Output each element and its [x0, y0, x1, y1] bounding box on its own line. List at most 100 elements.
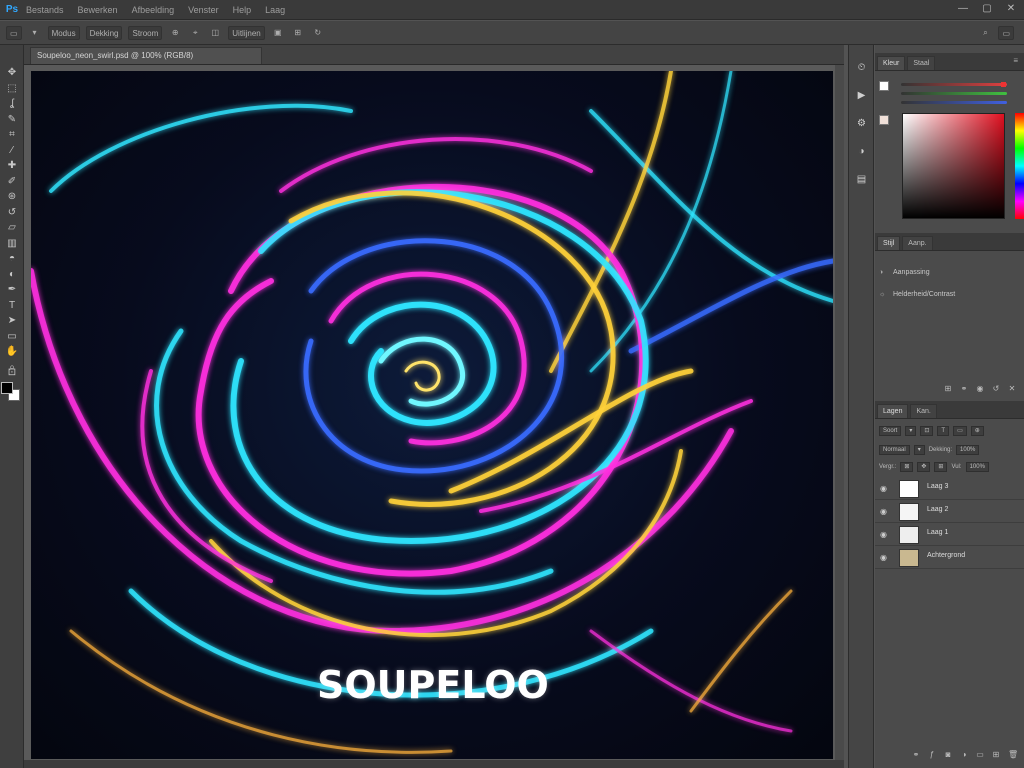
link-icon[interactable]: ⚭: [912, 751, 920, 759]
eye-icon[interactable]: ◉: [880, 530, 890, 540]
adjust-list-item[interactable]: ◑ Aanpassing: [879, 267, 930, 279]
blend-mode-dropdown[interactable]: Normaal: [879, 445, 910, 455]
tab-channels[interactable]: Kan.: [910, 404, 937, 418]
dodge-icon[interactable]: ◐: [5, 269, 19, 281]
tool-preset-picker[interactable]: ▭: [6, 25, 22, 40]
delete-adjustment-icon[interactable]: ✕: [1008, 385, 1016, 393]
trash-icon[interactable]: 🗑: [1008, 751, 1018, 759]
opacity-field[interactable]: Dekking: [85, 25, 123, 40]
panel-menu-icon[interactable]: ≡: [1013, 56, 1018, 65]
actions-icon[interactable]: ▶: [853, 87, 870, 104]
filter-shape-icon[interactable]: ▭: [953, 426, 967, 436]
menu-help[interactable]: Help: [233, 5, 252, 15]
color-panel-background-swatch[interactable]: [879, 115, 889, 125]
green-slider[interactable]: [901, 92, 1007, 95]
search-icon[interactable]: ⌕: [978, 26, 992, 40]
fx-icon[interactable]: ƒ: [928, 751, 936, 759]
layer-opacity-field[interactable]: 100%: [956, 445, 980, 455]
foreground-color-swatch[interactable]: [1, 382, 13, 394]
properties-icon[interactable]: ⚙: [853, 115, 870, 132]
menu-edit[interactable]: Bewerken: [78, 5, 118, 15]
adjust-list-item[interactable]: ☼ Helderheid/Contrast: [879, 289, 955, 301]
minimize-icon[interactable]: —: [956, 3, 970, 15]
flow-field[interactable]: Stroom: [128, 25, 163, 40]
lock-position-icon[interactable]: ✥: [917, 462, 931, 472]
layer-row[interactable]: ◉ Laag 1: [875, 524, 1024, 546]
filter-type-icon[interactable]: T: [937, 426, 950, 436]
menu-layer[interactable]: Laag: [265, 5, 285, 15]
hand-icon[interactable]: ✋: [5, 346, 19, 358]
layer-kind-dropdown[interactable]: Soort: [879, 426, 902, 436]
pressure-icon[interactable]: ▣: [271, 26, 285, 40]
menu-file[interactable]: Bestands: [26, 5, 64, 15]
canvas-area[interactable]: SOUPELOO: [24, 65, 844, 760]
visibility-icon[interactable]: ◉: [976, 385, 984, 393]
color-picker-field[interactable]: [902, 113, 1005, 219]
menu-window[interactable]: Venster: [188, 5, 219, 15]
zoom-icon[interactable]: ⌕: [5, 362, 19, 374]
canvas-scrollbar[interactable]: [835, 65, 844, 760]
healing-icon[interactable]: ✚: [5, 160, 19, 172]
artwork-image[interactable]: SOUPELOO: [31, 71, 833, 759]
tool-preset-dropdown-icon[interactable]: ▾: [28, 26, 42, 40]
new-adjustment-icon[interactable]: ⊞: [944, 385, 952, 393]
blue-slider[interactable]: [901, 101, 1007, 104]
adjustment-layer-icon[interactable]: ◑: [960, 751, 968, 759]
clone-icon[interactable]: ⊛: [5, 191, 19, 203]
group-icon[interactable]: ▭: [976, 751, 984, 759]
quick-select-icon[interactable]: ✎: [5, 114, 19, 126]
path-select-icon[interactable]: ➤: [5, 315, 19, 327]
menu-image[interactable]: Afbeelding: [132, 5, 175, 15]
lock-pixels-icon[interactable]: ⊠: [900, 462, 914, 472]
type-icon[interactable]: T: [5, 300, 19, 312]
sample-icon[interactable]: ◫: [208, 26, 222, 40]
history-icon[interactable]: ⏲: [853, 59, 870, 76]
shape-icon[interactable]: ▭: [5, 331, 19, 343]
blend-mode-chevron-icon[interactable]: ▾: [913, 445, 925, 455]
tab-swatches[interactable]: Staal: [907, 56, 936, 70]
filter-smart-icon[interactable]: ⊕: [970, 426, 984, 436]
gradient-icon[interactable]: ▥: [5, 238, 19, 250]
marquee-icon[interactable]: ⬚: [5, 83, 19, 95]
lasso-icon[interactable]: ʆ: [5, 98, 19, 110]
reset-icon[interactable]: ↺: [992, 385, 1000, 393]
blur-icon[interactable]: ◓: [5, 253, 19, 265]
eye-icon[interactable]: ◉: [880, 484, 890, 494]
history-brush-icon[interactable]: ↺: [5, 207, 19, 219]
target-icon[interactable]: ⌖: [188, 26, 202, 40]
crop-icon[interactable]: ⌗: [5, 129, 19, 141]
move-icon[interactable]: ✥: [5, 67, 19, 79]
tab-adjustments[interactable]: Aanp.: [902, 236, 933, 250]
eraser-icon[interactable]: ▱: [5, 222, 19, 234]
eyedropper-icon[interactable]: ⁄: [5, 145, 19, 157]
align-dropdown[interactable]: Uitlijnen: [228, 25, 265, 40]
airbrush-icon[interactable]: ⊕: [168, 26, 182, 40]
color-panel-foreground-swatch[interactable]: [879, 81, 889, 91]
maximize-icon[interactable]: ▢: [980, 3, 994, 15]
lock-all-icon[interactable]: ⊞: [934, 462, 948, 472]
pen-icon[interactable]: ✒: [5, 284, 19, 296]
libraries-icon[interactable]: ▤: [853, 171, 870, 188]
mode-dropdown[interactable]: Modus: [47, 25, 80, 40]
brush-icon[interactable]: ✐: [5, 176, 19, 188]
close-icon[interactable]: ✕: [1004, 3, 1018, 15]
layer-row[interactable]: ◉ Achtergrond: [875, 547, 1024, 569]
fill-field[interactable]: 100%: [965, 462, 989, 472]
grid-icon[interactable]: ⊞: [291, 26, 305, 40]
layer-row[interactable]: ◉ Laag 2: [875, 501, 1024, 523]
adjustments-icon[interactable]: ◑: [853, 143, 870, 160]
workspace-switcher[interactable]: ▭: [998, 26, 1014, 40]
red-slider[interactable]: [901, 82, 1007, 87]
clip-icon[interactable]: ⚭: [960, 385, 968, 393]
mask-icon[interactable]: ◙: [944, 751, 952, 759]
layer-row[interactable]: ◉ Laag 3: [875, 478, 1024, 500]
new-layer-icon[interactable]: ⊞: [992, 751, 1000, 759]
rotate-icon[interactable]: ↻: [311, 26, 325, 40]
filter-pixel-icon[interactable]: ⊡: [920, 426, 934, 436]
document-tab[interactable]: Soupeloo_neon_swirl.psd @ 100% (RGB/8): [30, 47, 262, 64]
tab-styles[interactable]: Stijl: [877, 236, 901, 250]
eye-icon[interactable]: ◉: [880, 553, 890, 563]
hue-slider[interactable]: [1015, 113, 1024, 219]
layer-kind-chevron-icon[interactable]: ▾: [905, 426, 917, 436]
tab-layers[interactable]: Lagen: [877, 404, 909, 418]
